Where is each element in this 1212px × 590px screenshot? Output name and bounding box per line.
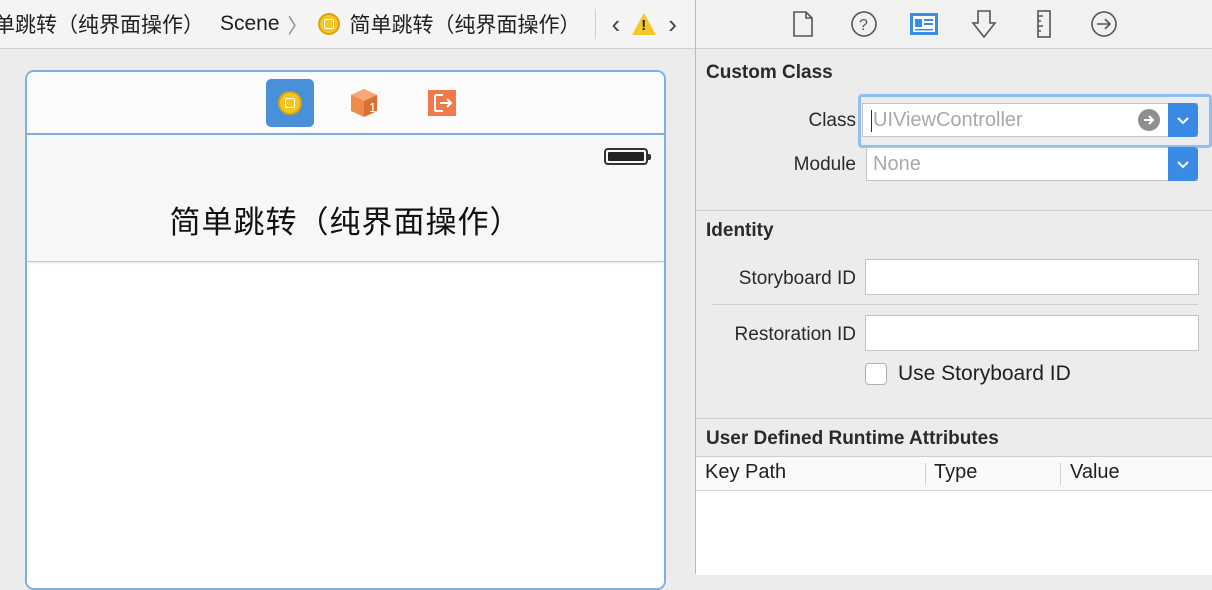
runtime-attributes-section-title: User Defined Runtime Attributes bbox=[706, 428, 999, 449]
runtime-attributes-table[interactable]: Key Path Type Value bbox=[696, 456, 1212, 575]
breadcrumb-item-scene[interactable]: Scene bbox=[220, 12, 280, 36]
navigation-title: 简单跳转（纯界面操作） bbox=[169, 205, 522, 240]
column-divider[interactable] bbox=[925, 463, 926, 485]
column-header-type[interactable]: Type bbox=[934, 461, 977, 484]
restoration-id-field[interactable] bbox=[865, 315, 1199, 351]
breadcrumb-chevron-icon: 〉 bbox=[287, 15, 308, 38]
size-inspector-icon[interactable] bbox=[1029, 9, 1059, 39]
text-cursor bbox=[871, 110, 872, 132]
view-controller-icon[interactable] bbox=[266, 79, 314, 127]
restoration-id-label: Restoration ID bbox=[734, 324, 856, 345]
file-inspector-icon[interactable] bbox=[788, 9, 818, 39]
module-dropdown-chevron-icon[interactable] bbox=[1168, 147, 1198, 181]
breadcrumb-item-storyboard[interactable]: 单跳转（纯界面操作） bbox=[0, 9, 204, 39]
forward-arrow-icon[interactable]: › bbox=[660, 11, 685, 37]
class-input-placeholder[interactable]: UIViewController bbox=[873, 109, 1023, 132]
column-header-value[interactable]: Value bbox=[1070, 461, 1120, 484]
column-header-key-path[interactable]: Key Path bbox=[705, 461, 786, 484]
use-storyboard-id-checkbox[interactable] bbox=[865, 363, 887, 385]
jump-bar: 单跳转（纯界面操作） Scene 〉 简单跳转（纯界面操作） ‹ ! › bbox=[0, 0, 695, 49]
table-header: Key Path Type Value bbox=[696, 457, 1212, 491]
warning-icon[interactable]: ! bbox=[632, 13, 657, 35]
section-divider bbox=[696, 418, 1212, 419]
back-arrow-icon[interactable]: ‹ bbox=[604, 11, 629, 37]
section-divider bbox=[696, 210, 1212, 211]
inspector-tab-bar: ? bbox=[696, 0, 1212, 49]
class-combo-box[interactable]: UIViewController bbox=[862, 103, 1198, 137]
identity-section-title: Identity bbox=[706, 220, 774, 241]
module-input-placeholder[interactable]: None bbox=[873, 153, 921, 176]
svg-text:?: ? bbox=[859, 17, 868, 34]
quick-help-icon[interactable]: ? bbox=[849, 9, 879, 39]
breadcrumb-item-view-controller[interactable]: 简单跳转（纯界面操作） bbox=[350, 9, 581, 39]
field-divider bbox=[712, 304, 1198, 305]
use-storyboard-id-label[interactable]: Use Storyboard ID bbox=[898, 362, 1071, 386]
identity-inspector-icon[interactable] bbox=[909, 9, 939, 39]
module-combo-box[interactable]: None bbox=[866, 147, 1198, 181]
custom-class-section-title: Custom Class bbox=[706, 62, 833, 83]
utilities-inspector: ? Custom Class Class UIViewController Mo… bbox=[696, 0, 1212, 575]
class-dropdown-chevron-icon[interactable] bbox=[1168, 103, 1198, 137]
class-label: Class bbox=[808, 110, 856, 131]
battery-icon bbox=[604, 148, 651, 165]
column-divider[interactable] bbox=[1060, 463, 1061, 485]
storyboard-id-label: Storyboard ID bbox=[738, 268, 856, 289]
warning-glyph: ! bbox=[641, 17, 647, 34]
scene-view-controller[interactable]: 1 简单跳转（纯界面操作） bbox=[25, 70, 666, 590]
navigation-bar[interactable]: 简单跳转（纯界面操作） bbox=[27, 135, 664, 262]
jump-bar-separator bbox=[594, 9, 596, 39]
storyboard-id-field[interactable] bbox=[865, 259, 1199, 295]
connections-inspector-icon[interactable] bbox=[1089, 9, 1119, 39]
module-label: Module bbox=[793, 154, 856, 175]
view-controller-icon bbox=[317, 13, 340, 35]
go-to-class-arrow-icon[interactable] bbox=[1138, 109, 1160, 131]
exit-icon[interactable] bbox=[418, 79, 466, 127]
scene-dock: 1 bbox=[27, 72, 664, 135]
first-responder-icon[interactable]: 1 bbox=[340, 79, 388, 127]
first-responder-badge: 1 bbox=[369, 100, 376, 115]
view-content[interactable] bbox=[27, 262, 664, 588]
storyboard-canvas-area: 单跳转（纯界面操作） Scene 〉 简单跳转（纯界面操作） ‹ ! › 1 简… bbox=[0, 0, 695, 590]
attributes-inspector-icon[interactable] bbox=[969, 9, 999, 39]
